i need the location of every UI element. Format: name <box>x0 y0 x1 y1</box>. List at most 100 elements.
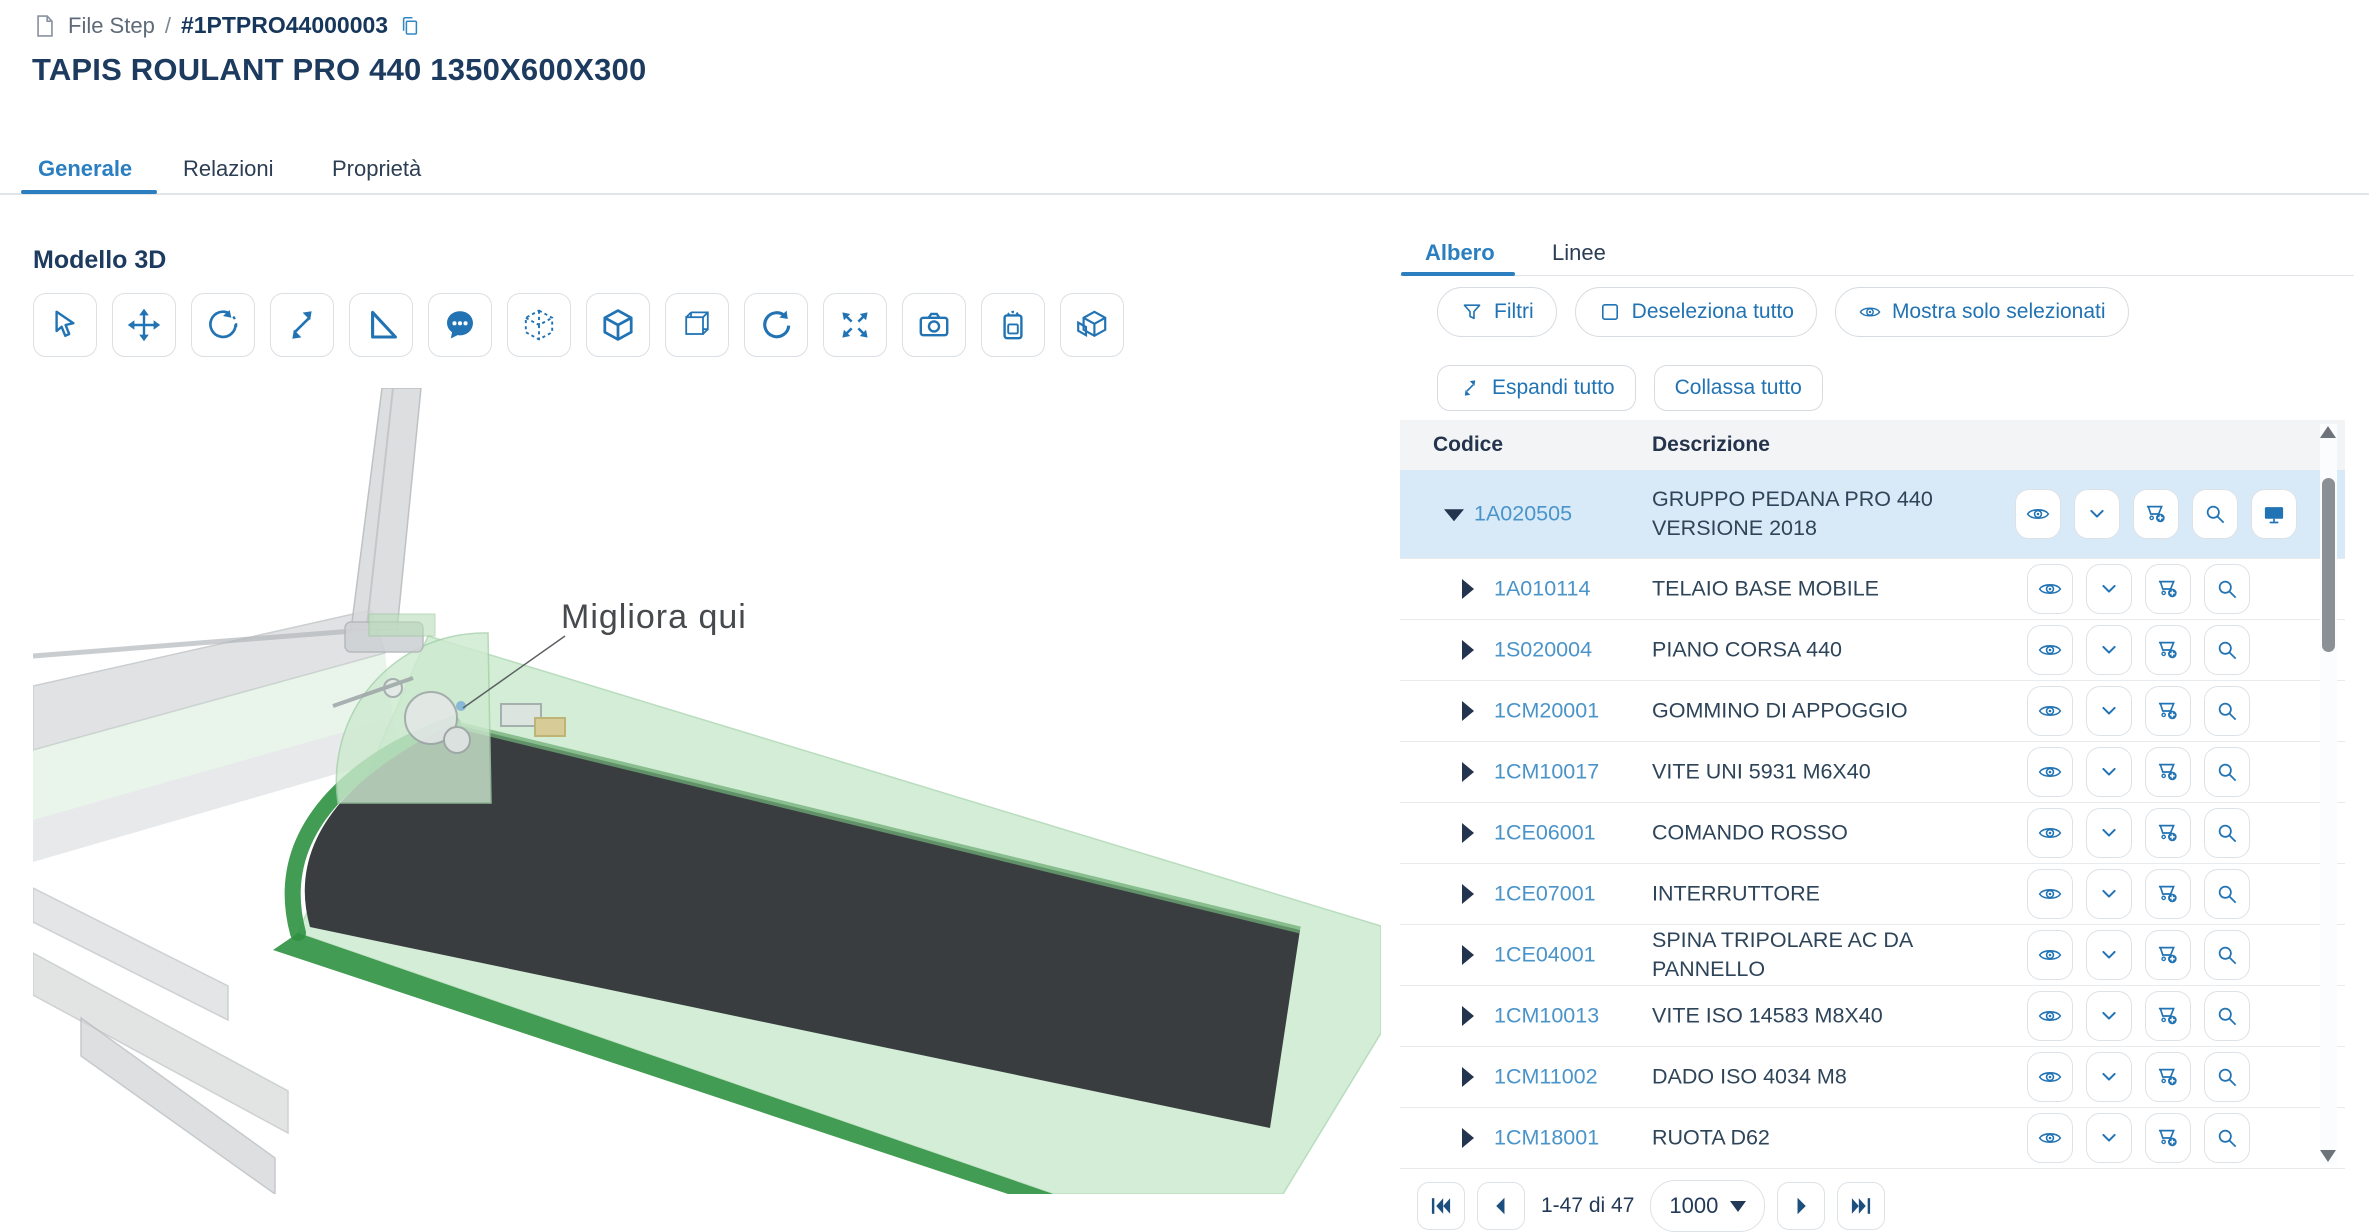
add-to-cart-button[interactable] <box>2145 686 2191 736</box>
toggle-visibility-button[interactable] <box>2027 625 2073 675</box>
scroll-down-icon[interactable] <box>2320 1150 2336 1162</box>
scrollbar-thumb[interactable] <box>2322 478 2335 652</box>
table-row[interactable]: 1A010114TELAIO BASE MOBILE <box>1400 559 2345 620</box>
expand-all-button[interactable]: Espandi tutto <box>1437 365 1636 411</box>
reset-view-button[interactable] <box>744 293 808 357</box>
rotate-orbit-button[interactable] <box>191 293 255 357</box>
more-options-button[interactable] <box>2086 686 2132 736</box>
clipboard-bag-button[interactable] <box>981 293 1045 357</box>
table-row[interactable]: 1S020004PIANO CORSA 440 <box>1400 620 2345 681</box>
pan-move-button[interactable] <box>112 293 176 357</box>
select-cursor-button[interactable] <box>33 293 97 357</box>
column-header-codice[interactable]: Codice <box>1433 420 1503 470</box>
more-options-button[interactable] <box>2086 808 2132 858</box>
zoom-to-part-button[interactable] <box>2204 564 2250 614</box>
show-on-monitor-button[interactable] <box>2251 489 2297 539</box>
toggle-visibility-button[interactable] <box>2015 489 2061 539</box>
zoom-to-part-button[interactable] <box>2204 625 2250 675</box>
collapse-node-icon[interactable] <box>1444 509 1464 521</box>
last-page-button[interactable] <box>1837 1182 1885 1230</box>
page-size-dropdown[interactable]: 1000 <box>1650 1180 1765 1232</box>
more-options-button[interactable] <box>2086 930 2132 980</box>
zoom-to-part-button[interactable] <box>2204 930 2250 980</box>
toggle-visibility-button[interactable] <box>2027 1113 2073 1163</box>
table-row[interactable]: 1A020505GRUPPO PEDANA PRO 440 VERSIONE 2… <box>1400 470 2345 559</box>
breadcrumb-section[interactable]: File Step <box>68 13 155 39</box>
zoom-to-part-button[interactable] <box>2204 808 2250 858</box>
panel-tab-linee[interactable]: Linee <box>1552 240 1606 266</box>
expand-node-icon[interactable] <box>1462 945 1474 965</box>
zoom-to-part-button[interactable] <box>2204 1052 2250 1102</box>
add-to-cart-button[interactable] <box>2133 489 2179 539</box>
copy-icon[interactable] <box>398 14 422 38</box>
part-code-link[interactable]: 1CE06001 <box>1494 821 1596 846</box>
tab-relazioni[interactable]: Relazioni <box>183 156 274 182</box>
expand-node-icon[interactable] <box>1462 579 1474 599</box>
toggle-visibility-button[interactable] <box>2027 747 2073 797</box>
part-code-link[interactable]: 1CM11002 <box>1494 1065 1598 1090</box>
zoom-to-part-button[interactable] <box>2204 1113 2250 1163</box>
more-options-button[interactable] <box>2086 869 2132 919</box>
wireframe-view-button[interactable] <box>507 293 571 357</box>
table-row[interactable]: 1CE06001COMANDO ROSSO <box>1400 803 2345 864</box>
more-options-button[interactable] <box>2086 564 2132 614</box>
more-options-button[interactable] <box>2086 1052 2132 1102</box>
collapse-all-button[interactable]: Collassa tutto <box>1654 365 1823 411</box>
panel-tab-albero[interactable]: Albero <box>1425 240 1495 266</box>
comments-button[interactable] <box>428 293 492 357</box>
part-code-link[interactable]: 1S020004 <box>1494 638 1592 663</box>
more-options-button[interactable] <box>2086 1113 2132 1163</box>
add-to-cart-button[interactable] <box>2145 930 2191 980</box>
part-code-link[interactable]: 1A020505 <box>1474 502 1572 527</box>
scroll-up-icon[interactable] <box>2320 426 2336 438</box>
toggle-visibility-button[interactable] <box>2027 1052 2073 1102</box>
zoom-to-part-button[interactable] <box>2204 747 2250 797</box>
zoom-to-part-button[interactable] <box>2192 489 2238 539</box>
toggle-visibility-button[interactable] <box>2027 686 2073 736</box>
more-options-button[interactable] <box>2074 489 2120 539</box>
part-code-link[interactable]: 1CM20001 <box>1494 699 1599 724</box>
expand-node-icon[interactable] <box>1462 884 1474 904</box>
first-page-button[interactable] <box>1417 1182 1465 1230</box>
measure-button[interactable] <box>349 293 413 357</box>
expand-node-icon[interactable] <box>1462 1006 1474 1026</box>
add-to-cart-button[interactable] <box>2145 1113 2191 1163</box>
table-row[interactable]: 1CM10017VITE UNI 5931 M6X40 <box>1400 742 2345 803</box>
add-to-cart-button[interactable] <box>2145 991 2191 1041</box>
table-row[interactable]: 1CM18001RUOTA D62 <box>1400 1108 2345 1169</box>
zoom-to-part-button[interactable] <box>2204 686 2250 736</box>
fullscreen-button[interactable] <box>823 293 887 357</box>
part-code-link[interactable]: 1CM10017 <box>1494 760 1599 785</box>
next-page-button[interactable] <box>1777 1182 1825 1230</box>
part-code-link[interactable]: 1CM10013 <box>1494 1004 1599 1029</box>
table-row[interactable]: 1CM20001GOMMINO DI APPOGGIO <box>1400 681 2345 742</box>
deselect-all-button[interactable]: Deseleziona tutto <box>1575 287 1817 337</box>
toggle-visibility-button[interactable] <box>2027 930 2073 980</box>
expand-node-icon[interactable] <box>1462 1067 1474 1087</box>
add-to-cart-button[interactable] <box>2145 564 2191 614</box>
part-code-link[interactable]: 1CE07001 <box>1494 882 1596 907</box>
table-scrollbar[interactable] <box>2320 424 2337 1164</box>
expand-node-icon[interactable] <box>1462 762 1474 782</box>
part-code-link[interactable]: 1CE04001 <box>1494 943 1596 968</box>
more-options-button[interactable] <box>2086 991 2132 1041</box>
expand-node-icon[interactable] <box>1462 701 1474 721</box>
add-to-cart-button[interactable] <box>2145 1052 2191 1102</box>
toggle-visibility-button[interactable] <box>2027 869 2073 919</box>
previous-page-button[interactable] <box>1477 1182 1525 1230</box>
more-options-button[interactable] <box>2086 747 2132 797</box>
tab-proprieta[interactable]: Proprietà <box>332 156 421 182</box>
filters-button[interactable]: Filtri <box>1437 287 1557 337</box>
xray-view-button[interactable] <box>665 293 729 357</box>
toggle-visibility-button[interactable] <box>2027 808 2073 858</box>
tab-generale[interactable]: Generale <box>38 156 132 182</box>
part-code-link[interactable]: 1A010114 <box>1494 577 1590 602</box>
solid-view-button[interactable] <box>586 293 650 357</box>
show-only-selected-button[interactable]: Mostra solo selezionati <box>1835 287 2129 337</box>
zoom-to-part-button[interactable] <box>2204 869 2250 919</box>
screenshot-camera-button[interactable] <box>902 293 966 357</box>
resize-zoom-button[interactable] <box>270 293 334 357</box>
explode-view-button[interactable] <box>1060 293 1124 357</box>
add-to-cart-button[interactable] <box>2145 869 2191 919</box>
table-row[interactable]: 1CM10013VITE ISO 14583 M8X40 <box>1400 986 2345 1047</box>
